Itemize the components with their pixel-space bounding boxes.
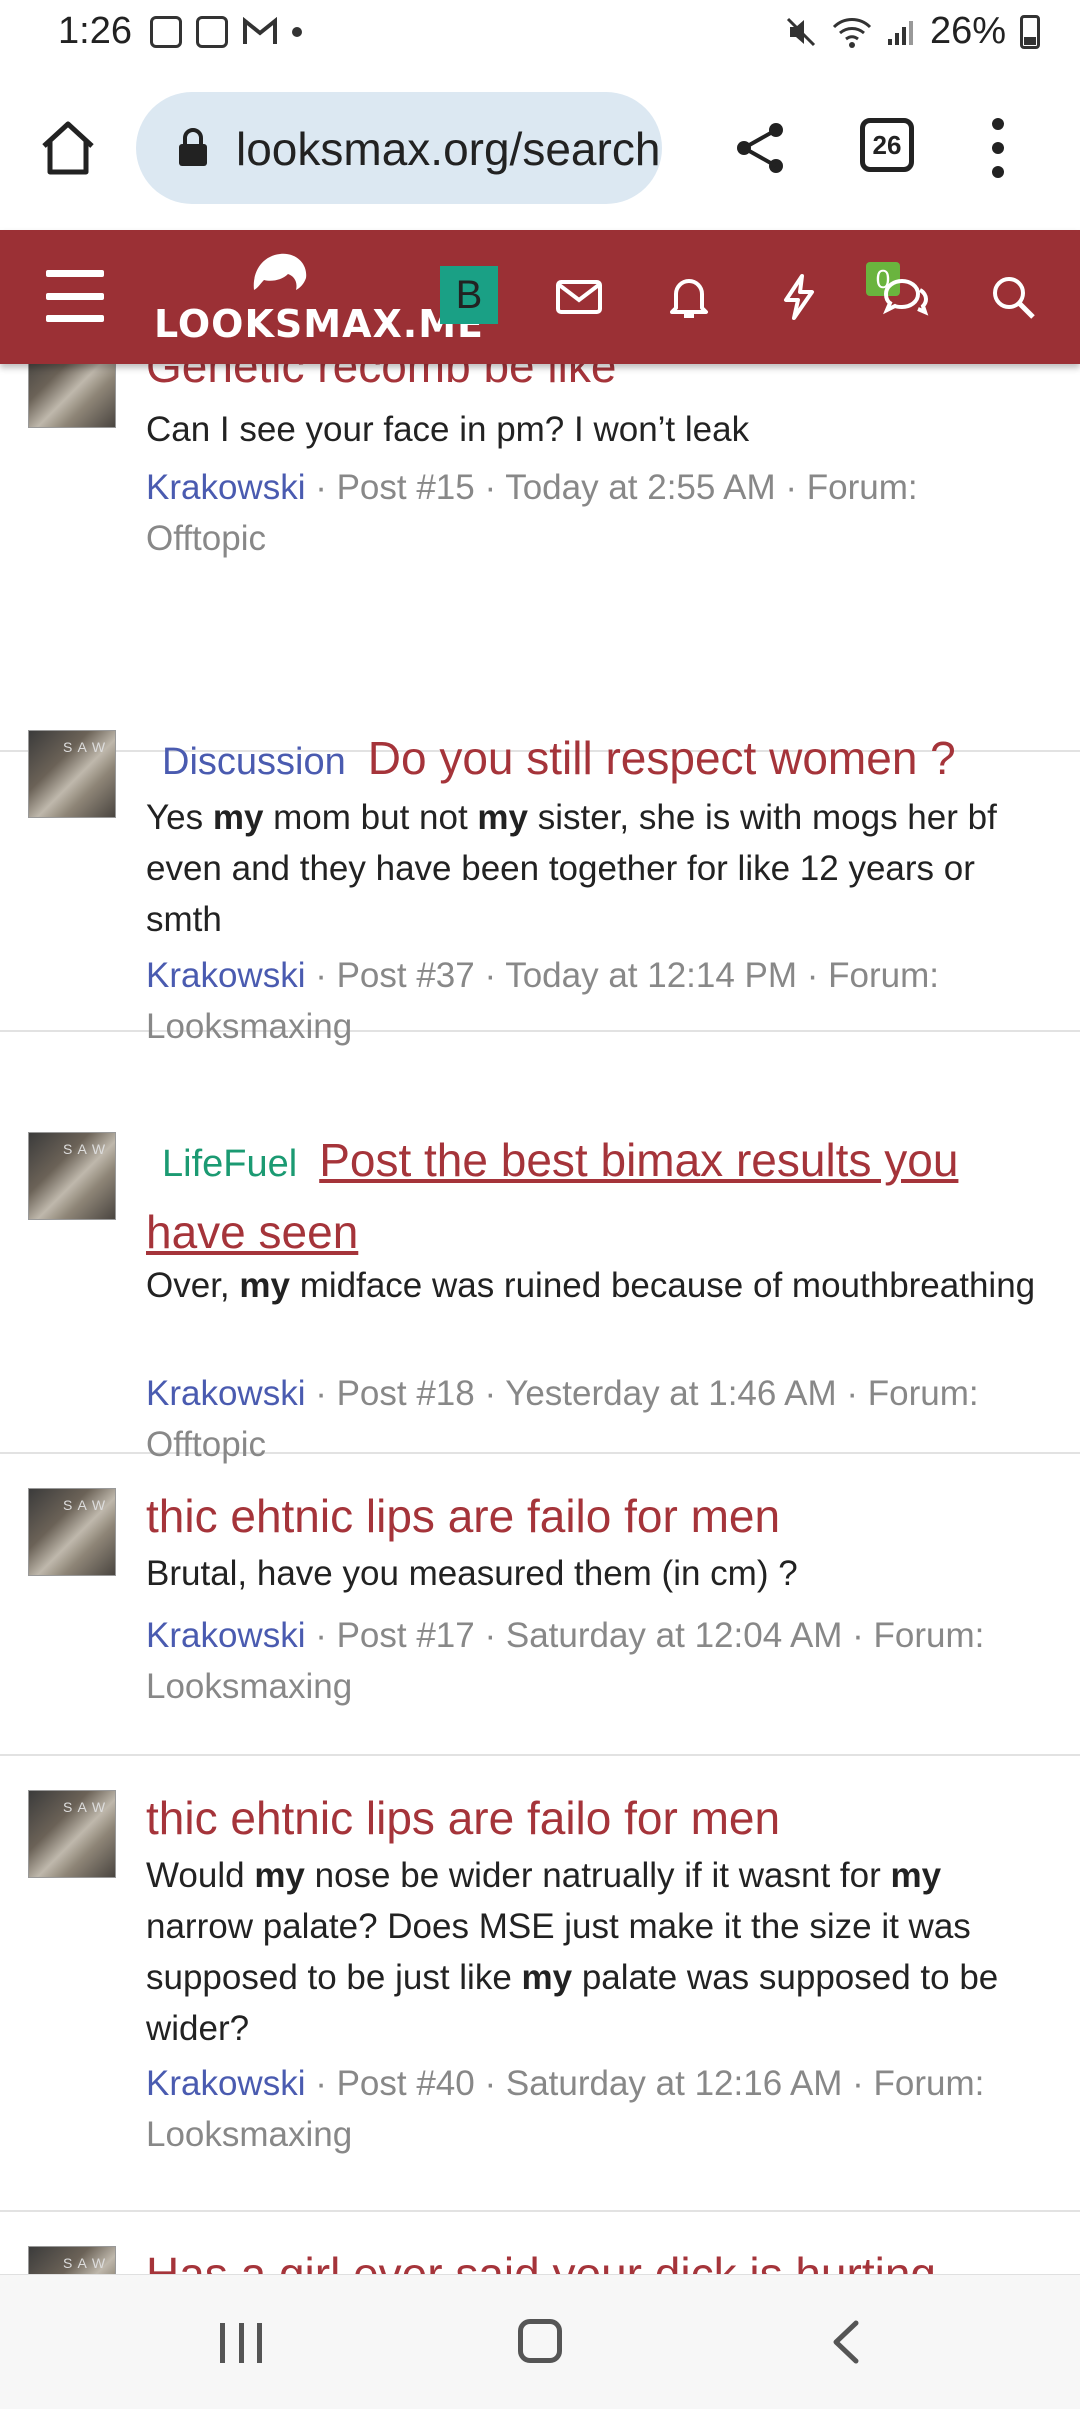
result-title-text[interactable]: Do you still respect women ? [368, 732, 956, 784]
conversations-icon[interactable] [880, 272, 930, 322]
search-icon[interactable] [988, 272, 1038, 322]
alerts-bell-icon[interactable] [664, 272, 714, 322]
result-snippet: Would my nose be wider natrually if it w… [146, 1856, 999, 2048]
more-notifications-dot [292, 27, 302, 37]
site-logo[interactable]: LOOKSMAX.ME [154, 250, 483, 350]
result-author[interactable]: Krakowski [146, 956, 305, 995]
search-result[interactable]: Discussion Do you still respect women ? Y… [0, 630, 1080, 1046]
image-notification-icon [196, 16, 228, 48]
overflow-menu-icon[interactable] [990, 118, 1006, 178]
site-header: LOOKSMAX.ME B 0 [0, 230, 1080, 364]
result-snippet: Brutal, have you measured them (in cm) ? [146, 1554, 798, 1593]
share-icon[interactable] [732, 120, 788, 176]
status-bar: 1:26 26% [0, 0, 1080, 68]
url-text: looksmax.org/search/ [236, 123, 662, 175]
home-icon[interactable] [38, 118, 98, 178]
back-button-icon[interactable] [826, 2319, 866, 2365]
result-author[interactable]: Krakowski [146, 2064, 305, 2103]
result-title-text[interactable]: thic ehtnic lips are failo for men [146, 1792, 780, 1844]
result-title[interactable]: Has a girl ever said your dick is hurtin… [146, 2240, 1040, 2274]
logo-text: LOOKSMAX.ME [154, 302, 485, 346]
result-meta: Krakowski · Post #15 · Today at 2:55 AM … [146, 462, 1040, 564]
thread-prefix-label[interactable]: Discussion [146, 741, 346, 783]
browser-toolbar: looksmax.org/search/ 26 [0, 68, 1080, 230]
search-result[interactable]: Has a girl ever said your dick is hurtin… [0, 2212, 1080, 2274]
result-author[interactable]: Krakowski [146, 468, 305, 507]
search-result[interactable]: LifeFuelPost the best bimax results you … [0, 1032, 1080, 1464]
result-title[interactable]: Genetic recomb be like [146, 364, 1040, 400]
inbox-icon[interactable] [554, 272, 604, 322]
hamburger-menu-icon[interactable] [46, 270, 104, 322]
result-meta: Krakowski · Post #40 · Saturday at 12:16… [146, 2058, 1040, 2160]
lock-icon [179, 128, 207, 166]
result-title-text[interactable]: Has a girl ever said your dick is hurtin… [146, 2248, 936, 2274]
result-author[interactable]: Krakowski [146, 1374, 305, 1413]
battery-icon [1020, 14, 1040, 49]
whats-new-bolt-icon[interactable] [774, 272, 824, 322]
logo-hair-icon [253, 253, 307, 290]
result-title[interactable]: LifeFuel Post the best bimax results you … [146, 1126, 1040, 1266]
user-avatar[interactable]: B [440, 266, 498, 324]
user-avatar-thumb[interactable] [28, 1132, 116, 1220]
search-result[interactable]: thic ehtnic lips are failo for men Would… [0, 1756, 1080, 2212]
clock-notification-icon [150, 16, 182, 48]
thread-prefix-label[interactable]: LifeFuel [146, 1130, 297, 1198]
battery-percent: 26% [929, 10, 1006, 52]
user-avatar-thumb[interactable] [28, 1790, 116, 1878]
recents-button-icon[interactable] [220, 2323, 262, 2363]
search-results-list: Genetic recomb be like Can I see your fa… [0, 364, 1080, 2274]
result-snippet: Can I see your face in pm? I won’t leak [146, 410, 750, 449]
status-time: 1:26 [58, 10, 132, 52]
tab-switcher-button[interactable]: 26 [860, 118, 914, 172]
user-avatar-thumb[interactable] [28, 1488, 116, 1576]
address-bar[interactable]: looksmax.org/search/ [136, 92, 662, 204]
result-snippet: Over, my midface was ruined because of m… [146, 1266, 1036, 1305]
result-title-text[interactable]: Genetic recomb be like [146, 364, 616, 392]
signal-icon [887, 20, 913, 45]
user-avatar-thumb[interactable] [28, 730, 116, 818]
result-meta: Krakowski · Post #17 · Saturday at 12:04… [146, 1610, 1040, 1712]
mute-icon [786, 17, 815, 46]
wifi-icon [832, 17, 871, 48]
user-avatar-thumb[interactable] [28, 2246, 116, 2274]
result-author[interactable]: Krakowski [146, 1616, 305, 1655]
gmail-notification-icon [243, 17, 277, 44]
home-button-icon[interactable] [518, 2319, 562, 2363]
result-title[interactable]: thic ehtnic lips are failo for men [146, 1482, 1040, 1550]
result-title[interactable]: thic ehtnic lips are failo for men [146, 1784, 1040, 1852]
result-snippet: Yes my mom but not my sister, she is wit… [146, 798, 997, 939]
system-indicators: 26% [784, 10, 1040, 53]
notification-icons [150, 16, 302, 48]
user-avatar-thumb[interactable] [28, 364, 116, 428]
system-navigation-bar [0, 2274, 1080, 2409]
search-result[interactable]: thic ehtnic lips are failo for men Bruta… [0, 1454, 1080, 1756]
result-title-text[interactable]: thic ehtnic lips are failo for men [146, 1490, 780, 1542]
result-title[interactable]: Discussion Do you still respect women ? [146, 724, 1040, 796]
